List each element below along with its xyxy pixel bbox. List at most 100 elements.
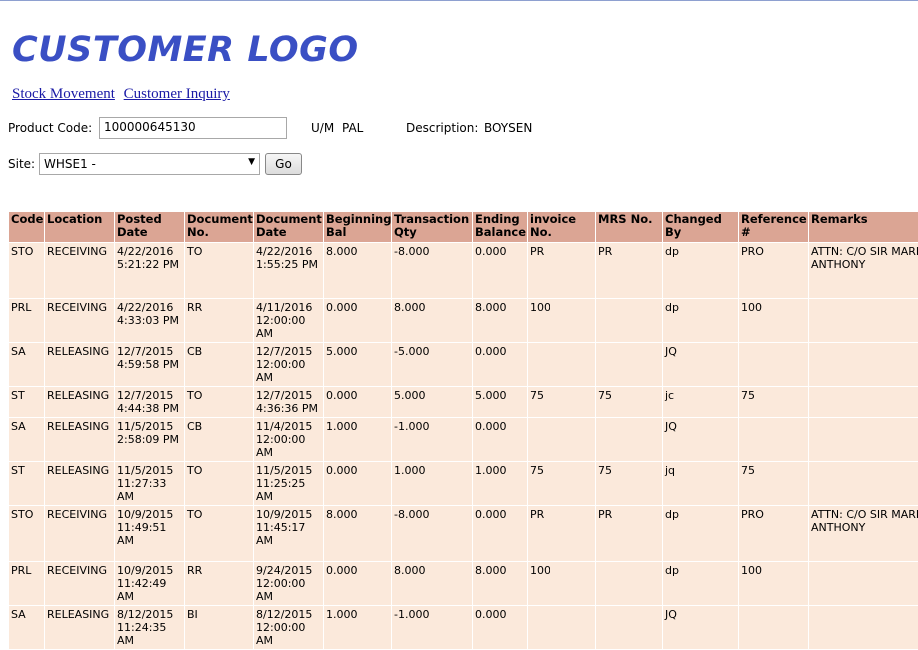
table-cell: 0.000 — [324, 462, 392, 506]
table-row[interactable]: SARELEASING8/12/2015 11:24:35 AMBI8/12/2… — [9, 606, 918, 650]
cell-text: PR — [598, 245, 616, 258]
table-cell — [809, 606, 918, 650]
column-header: Beginning Bal — [324, 212, 392, 243]
table-cell: TO — [185, 462, 254, 506]
table-row[interactable]: SARELEASING12/7/2015 4:59:58 PMCB12/7/20… — [9, 343, 918, 387]
description-label: Description: — [406, 121, 478, 135]
table-cell: JQ — [663, 606, 739, 650]
table-cell: JQ — [663, 418, 739, 462]
table-cell: 75 — [596, 462, 663, 506]
table-cell — [809, 462, 918, 506]
table-cell: ST — [9, 387, 45, 418]
product-code-label: Product Code: — [8, 121, 92, 135]
column-header: MRS No. — [596, 212, 663, 243]
table-cell: SA — [9, 418, 45, 462]
table-cell: 0.000 — [473, 243, 528, 299]
column-header: invoice No. — [528, 212, 596, 243]
table-cell: RELEASING — [45, 387, 115, 418]
table-row[interactable]: PRLRECEIVING10/9/2015 11:42:49 AMRR9/24/… — [9, 562, 918, 606]
table-cell: jc — [663, 387, 739, 418]
table-cell: PR — [596, 506, 663, 562]
table-cell — [596, 562, 663, 606]
table-cell — [596, 418, 663, 462]
table-cell: 100 — [528, 299, 596, 343]
cell-text: 100 — [530, 564, 550, 577]
table-cell — [739, 418, 809, 462]
table-cell: 10/9/2015 11:45:17 AM — [254, 506, 324, 562]
table-cell: 100 — [739, 562, 809, 606]
table-cell: 11/5/2015 11:27:33 AM — [115, 462, 185, 506]
table-cell: 0.000 — [324, 562, 392, 606]
column-header: Ending Balance — [473, 212, 528, 243]
table-cell: 11/4/2015 12:00:00 AM — [254, 418, 324, 462]
go-button[interactable]: Go — [265, 153, 302, 175]
site-select-value: WHSE1 - — [44, 157, 96, 171]
table-cell — [528, 343, 596, 387]
table-cell: 0.000 — [324, 299, 392, 343]
cell-text: 100 — [530, 301, 550, 314]
table-cell: 0.000 — [473, 343, 528, 387]
table-cell: dp — [663, 562, 739, 606]
table-row[interactable]: STRELEASING11/5/2015 11:27:33 AMTO11/5/2… — [9, 462, 918, 506]
table-cell: dp — [663, 243, 739, 299]
table-cell: STO — [9, 506, 45, 562]
site-select[interactable]: WHSE1 - ▼ — [39, 153, 260, 175]
table-cell: 1.000 — [324, 418, 392, 462]
table-row[interactable]: SARELEASING11/5/2015 2:58:09 PMCB11/4/20… — [9, 418, 918, 462]
table-row[interactable]: STORECEIVING10/9/2015 11:49:51 AMTO10/9/… — [9, 506, 918, 562]
table-cell: -1.000 — [392, 418, 473, 462]
table-cell: 10/9/2015 11:49:51 AM — [115, 506, 185, 562]
table-cell: 12/7/2015 12:00:00 AM — [254, 343, 324, 387]
table-row[interactable]: STRELEASING12/7/2015 4:44:38 PMTO12/7/20… — [9, 387, 918, 418]
stock-movement-table: CodeLocationPosted DateDocument No.Docum… — [8, 211, 918, 650]
table-cell: RELEASING — [45, 462, 115, 506]
table-row[interactable]: PRLRECEIVING4/22/2016 4:33:03 PMRR4/11/2… — [9, 299, 918, 343]
table-cell: 8/12/2015 12:00:00 AM — [254, 606, 324, 650]
table-cell — [809, 387, 918, 418]
column-header: Changed By — [663, 212, 739, 243]
site-label: Site: — [8, 157, 35, 171]
table-cell: 8.000 — [392, 299, 473, 343]
product-code-input[interactable]: 100000645130 — [99, 117, 287, 139]
table-cell: 1.000 — [473, 462, 528, 506]
table-cell: 75 — [596, 387, 663, 418]
table-cell: 5.000 — [392, 387, 473, 418]
table-cell: -8.000 — [392, 506, 473, 562]
table-body: STORECEIVING4/22/2016 5:21:22 PMTO4/22/2… — [9, 243, 918, 650]
stock-movement-link[interactable]: Stock Movement — [12, 86, 115, 102]
table-cell: 4/11/2016 12:00:00 AM — [254, 299, 324, 343]
table-cell: dp — [663, 299, 739, 343]
column-header: Location — [45, 212, 115, 243]
table-cell: PR — [528, 506, 596, 562]
top-border — [0, 0, 918, 1]
table-cell — [596, 606, 663, 650]
table-cell: RR — [185, 562, 254, 606]
table-cell: RELEASING — [45, 418, 115, 462]
table-cell: 5.000 — [473, 387, 528, 418]
column-header: Posted Date — [115, 212, 185, 243]
chevron-down-icon: ▼ — [248, 157, 255, 167]
customer-inquiry-link[interactable]: Customer Inquiry — [124, 86, 230, 102]
product-code-value: 100000645130 — [104, 120, 196, 134]
table-cell: 8.000 — [392, 562, 473, 606]
table-cell: 11/5/2015 2:58:09 PM — [115, 418, 185, 462]
table-header-row: CodeLocationPosted DateDocument No.Docum… — [9, 212, 918, 243]
cell-text: PR — [530, 508, 550, 521]
table-cell: ATTN: C/O SIR MARK ANTHONY — [809, 243, 918, 299]
table-cell — [596, 343, 663, 387]
cell-text: PR — [530, 245, 550, 258]
table-cell — [739, 606, 809, 650]
table-row[interactable]: STORECEIVING4/22/2016 5:21:22 PMTO4/22/2… — [9, 243, 918, 299]
table-cell: 5.000 — [324, 343, 392, 387]
table-cell: ST — [9, 462, 45, 506]
table-cell: RECEIVING — [45, 299, 115, 343]
column-header: Document Date — [254, 212, 324, 243]
column-header: Remarks — [809, 212, 918, 243]
column-header: Transaction Qty — [392, 212, 473, 243]
table-cell: BI — [185, 606, 254, 650]
cell-text: 75 — [598, 389, 616, 402]
table-cell: TO — [185, 243, 254, 299]
table-cell: 4/22/2016 5:21:22 PM — [115, 243, 185, 299]
table-cell: -1.000 — [392, 606, 473, 650]
table-cell: 0.000 — [473, 606, 528, 650]
